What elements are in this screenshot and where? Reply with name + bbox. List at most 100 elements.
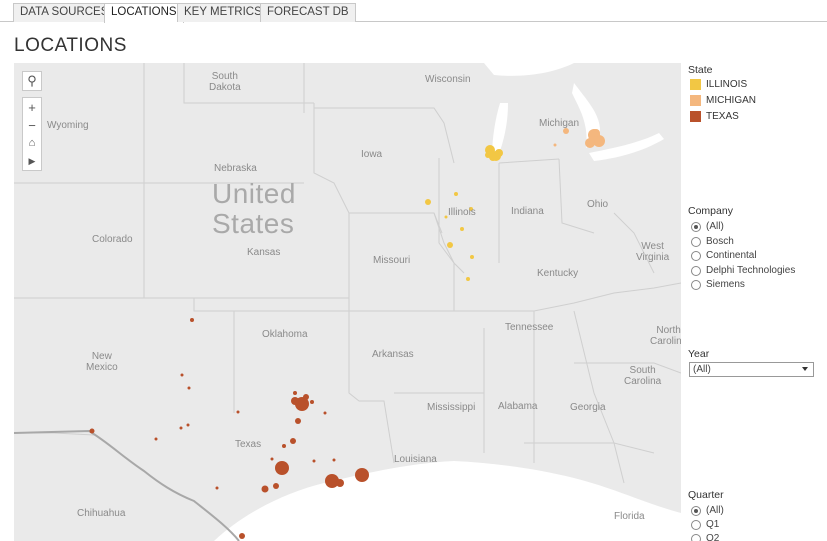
location-point <box>303 394 309 400</box>
company-filter-title: Company <box>688 205 733 217</box>
location-point <box>154 437 158 441</box>
label-chihuahua: Chihuahua <box>77 508 126 519</box>
zoom-out-icon[interactable]: − <box>23 116 41 134</box>
location-point <box>323 411 327 415</box>
company-option-all[interactable]: (All) <box>691 221 724 232</box>
location-point <box>585 138 595 148</box>
location-point <box>485 152 491 158</box>
location-point <box>336 479 344 487</box>
label-illinois: Illinois <box>448 207 476 218</box>
radio-button[interactable] <box>691 265 701 276</box>
company-option-delphi[interactable]: Delphi Technologies <box>691 265 795 276</box>
company-option-continental[interactable]: Continental <box>691 250 757 261</box>
quarter-option-q2[interactable]: Q2 <box>691 533 719 541</box>
label-michigan: Michigan <box>539 118 580 129</box>
map-toolbar: ⚲ + − ⌂ ▶ <box>22 71 42 171</box>
option-label: Bosch <box>706 236 734 247</box>
location-point <box>425 199 431 205</box>
label-kentucky: Kentucky <box>537 268 579 279</box>
location-point <box>454 192 458 196</box>
michigan-points <box>553 128 605 148</box>
location-point <box>236 410 240 414</box>
location-point <box>273 483 279 489</box>
label-texas: Texas <box>235 439 262 450</box>
label-oklahoma: Oklahoma <box>262 329 308 340</box>
quarter-option-q1[interactable]: Q1 <box>691 519 719 530</box>
year-dropdown[interactable]: (All) <box>689 362 814 377</box>
radio-button[interactable] <box>691 533 701 541</box>
location-point <box>592 129 600 137</box>
label-indiana: Indiana <box>511 206 544 217</box>
option-label: Q1 <box>706 519 720 530</box>
label-kansas: Kansas <box>247 247 281 258</box>
option-label: (All) <box>706 505 724 516</box>
radio-button[interactable] <box>691 221 701 232</box>
label-wyoming: Wyoming <box>47 120 89 131</box>
option-label: Siemens <box>706 279 745 290</box>
label-mississippi: Mississippi <box>427 402 476 413</box>
location-point <box>312 459 316 463</box>
legend-swatch <box>690 95 701 106</box>
search-icon[interactable]: ⚲ <box>22 71 42 91</box>
radio-button[interactable] <box>691 505 701 516</box>
tab-forecast-db[interactable]: FORECAST DB <box>260 3 356 22</box>
legend-swatch <box>690 111 701 122</box>
expand-arrow-icon[interactable]: ▶ <box>23 152 41 170</box>
label-colorado: Colorado <box>92 234 133 245</box>
filter-panel: State ILLINOIS MICHIGAN TEXAS Company (A… <box>688 63 827 541</box>
page-title: LOCATIONS <box>14 35 127 56</box>
label-wisconsin: Wisconsin <box>425 74 471 85</box>
mexico-border <box>14 429 240 541</box>
location-point <box>355 468 369 482</box>
radio-button[interactable] <box>691 519 701 530</box>
map-basemap <box>14 63 681 541</box>
legend-label: TEXAS <box>706 111 739 122</box>
location-point <box>293 391 297 395</box>
year-filter-title: Year <box>688 348 710 360</box>
location-point <box>275 461 289 475</box>
zoom-in-icon[interactable]: + <box>23 98 41 116</box>
state-borders <box>14 63 681 484</box>
map-view[interactable]: South Dakota Wyoming Nebraska Colorado K… <box>14 63 681 541</box>
legend-item-illinois[interactable]: ILLINOIS <box>690 79 747 90</box>
home-icon[interactable]: ⌂ <box>23 134 41 152</box>
option-label: Q2 <box>706 533 720 541</box>
location-point <box>261 485 269 493</box>
label-nebraska: Nebraska <box>214 163 257 174</box>
tab-key-metrics[interactable]: KEY METRICS <box>177 3 269 22</box>
label-missouri: Missouri <box>373 255 411 266</box>
chevron-down-icon <box>802 367 808 371</box>
radio-button[interactable] <box>691 279 701 290</box>
location-point <box>89 428 95 434</box>
label-ohio: Ohio <box>587 199 609 210</box>
radio-button[interactable] <box>691 250 701 261</box>
country-label-line-2: States <box>212 208 295 239</box>
lake-superior <box>484 63 574 76</box>
location-point <box>470 255 474 259</box>
location-point <box>291 397 299 405</box>
label-arkansas: Arkansas <box>372 349 414 360</box>
location-point <box>466 277 470 281</box>
company-option-bosch[interactable]: Bosch <box>691 236 734 247</box>
company-option-siemens[interactable]: Siemens <box>691 279 745 290</box>
location-point <box>290 438 296 444</box>
label-iowa: Iowa <box>361 149 383 160</box>
location-point <box>495 149 503 157</box>
location-point <box>190 318 194 322</box>
quarter-filter-title: Quarter <box>688 489 724 501</box>
legend-item-michigan[interactable]: MICHIGAN <box>690 95 756 106</box>
location-point <box>270 457 274 461</box>
quarter-option-all[interactable]: (All) <box>691 505 724 516</box>
tab-data-sources[interactable]: DATA SOURCES <box>13 3 116 22</box>
label-south-carolina: South Carolina <box>624 365 662 387</box>
legend-swatch <box>690 79 701 90</box>
label-north-carolina: North Carolina <box>650 325 681 347</box>
label-tennessee: Tennessee <box>505 322 554 333</box>
location-point <box>282 444 286 448</box>
radio-button[interactable] <box>691 236 701 247</box>
tab-locations[interactable]: LOCATIONS <box>104 3 184 23</box>
location-point <box>179 426 183 430</box>
legend-label: ILLINOIS <box>706 79 748 90</box>
legend-item-texas[interactable]: TEXAS <box>690 111 739 122</box>
tab-bar: DATA SOURCES LOCATIONS KEY METRICS FOREC… <box>0 0 827 23</box>
